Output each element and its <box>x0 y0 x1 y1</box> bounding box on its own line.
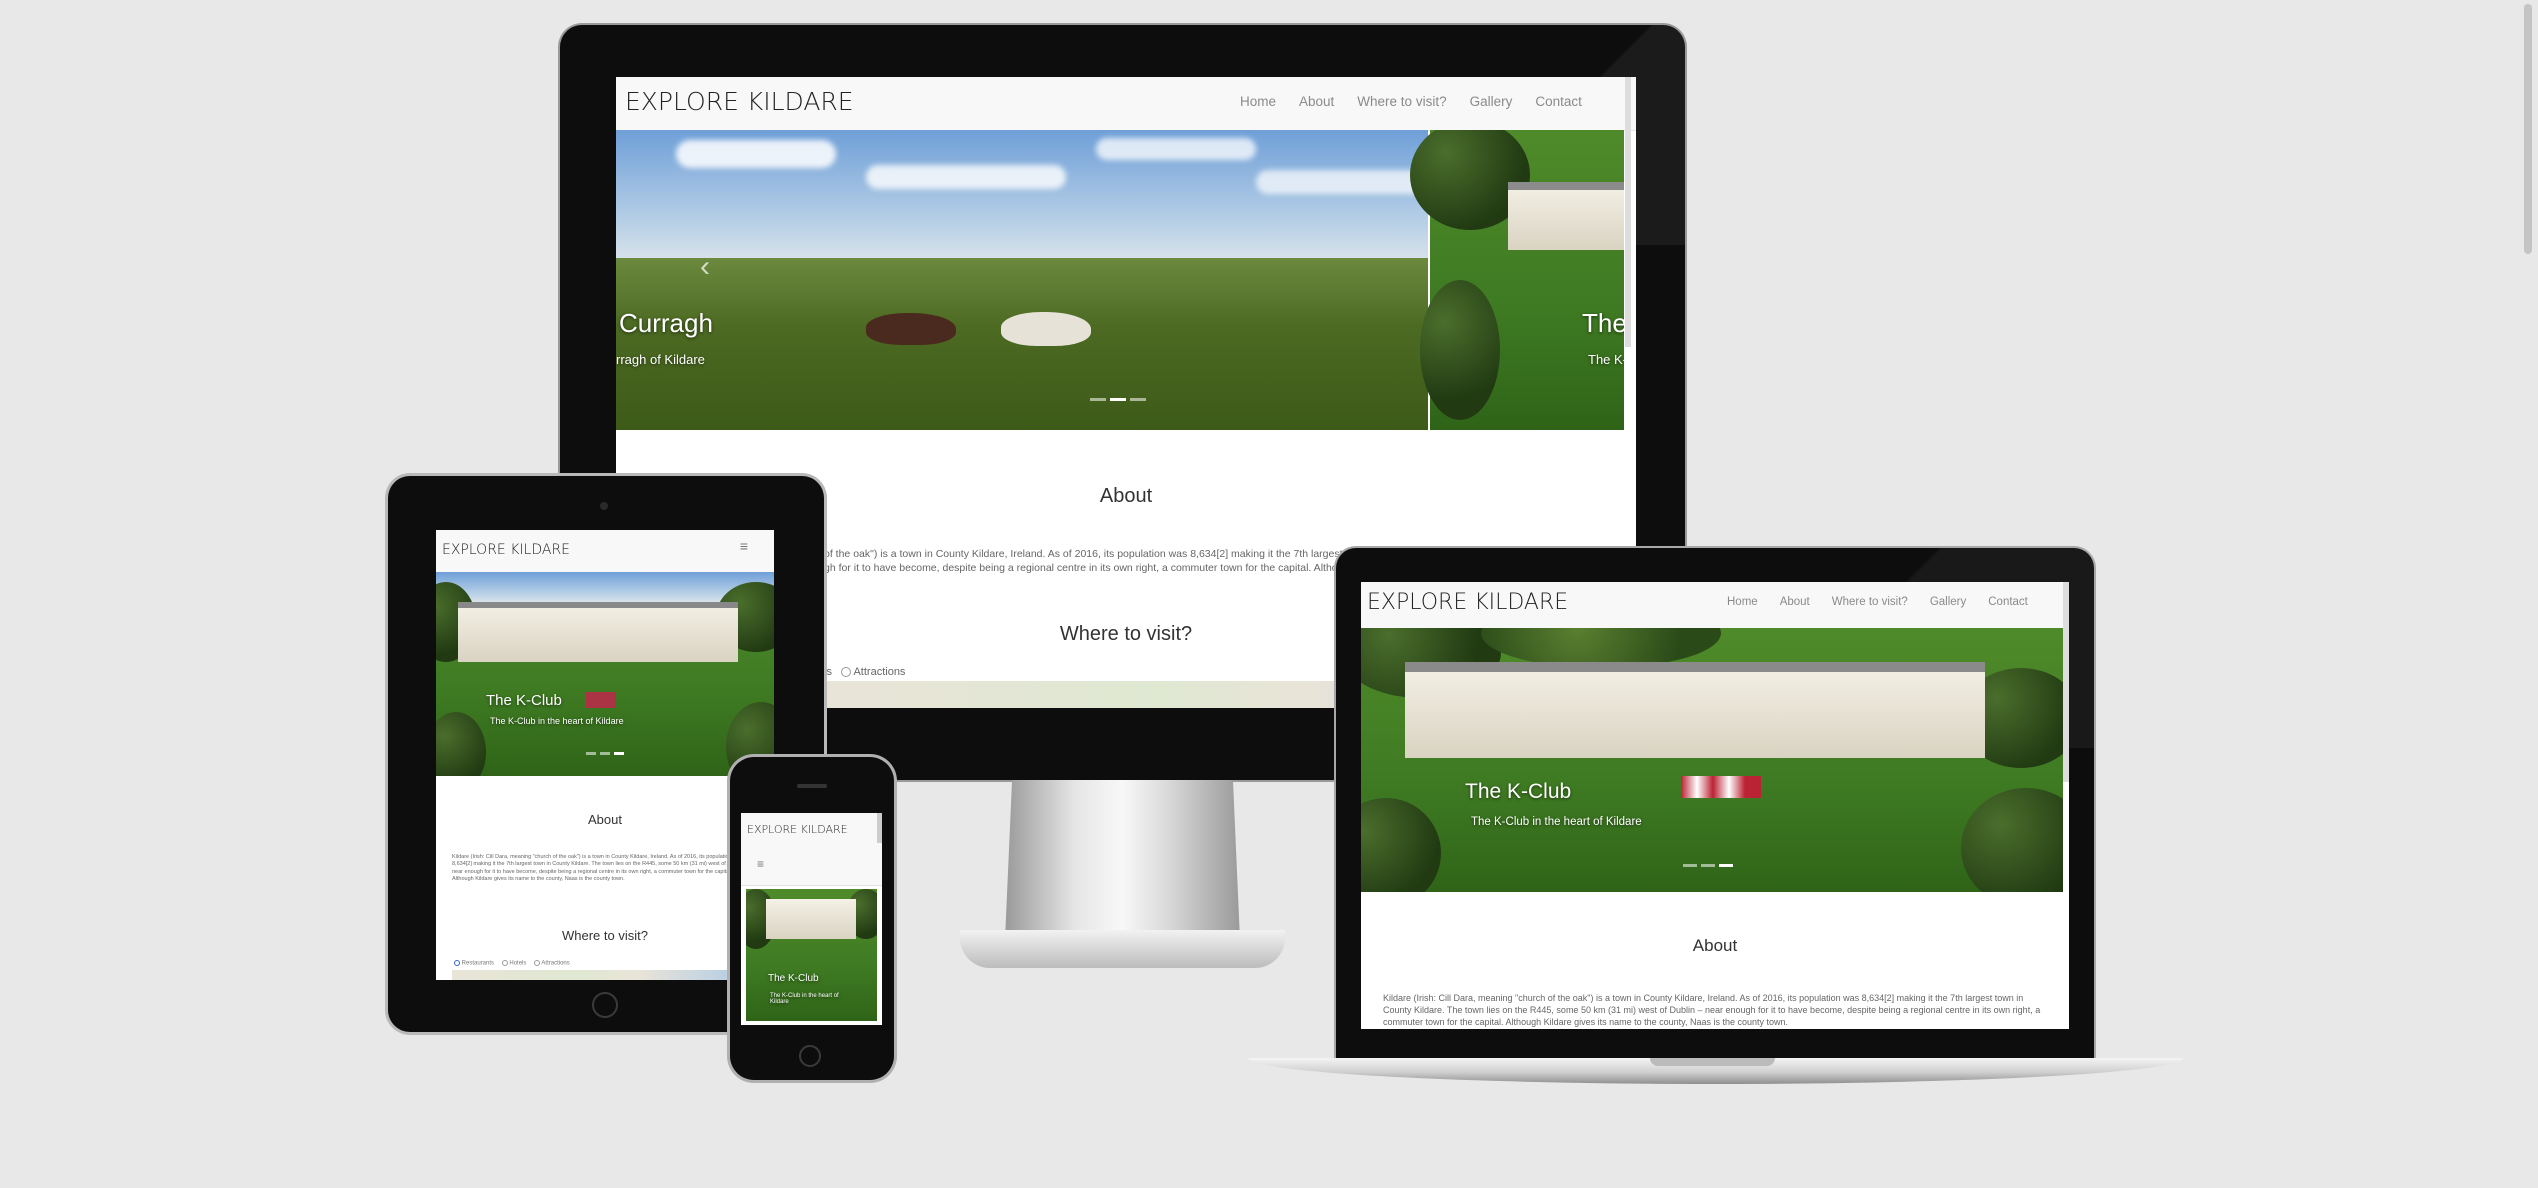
about-text: Kildare (Irish: Cill Dara, meaning "chur… <box>452 854 748 883</box>
restaurants-radio[interactable] <box>454 960 460 966</box>
slide-subtitle: The K-C <box>1588 352 1624 367</box>
laptop-navbar: EXPLORE KILDARE Home About Where to visi… <box>1361 582 2069 629</box>
nav-where-to-visit[interactable]: Where to visit? <box>1357 94 1446 109</box>
restaurants-label: Restaurants <box>461 960 495 967</box>
phone-speaker <box>797 784 827 788</box>
attractions-label: Attractions <box>541 960 570 967</box>
nav-gallery[interactable]: Gallery <box>1470 94 1513 109</box>
attractions-radio[interactable] <box>534 960 541 966</box>
carousel-indicators[interactable] <box>586 752 624 755</box>
about-heading: About <box>588 812 622 827</box>
nav-where-to-visit[interactable]: Where to visit? <box>1832 596 1908 608</box>
page-scrollbar[interactable] <box>2518 0 2538 1188</box>
laptop-screen: EXPLORE KILDARE Home About Where to visi… <box>1361 582 2069 1029</box>
carousel-indicators[interactable] <box>1683 864 1733 867</box>
nav-gallery[interactable]: Gallery <box>1930 596 1966 608</box>
sheep-white <box>1001 312 1091 346</box>
site-brand[interactable]: EXPLORE KILDARE <box>625 87 854 116</box>
slide-subtitle: rragh of Kildare <box>616 352 705 367</box>
phone-screen: EXPLORE KILDARE ≡ The K-Club The K-Club … <box>741 813 882 1025</box>
menu-toggle-icon[interactable]: ≡ <box>734 538 754 558</box>
filter-fragment: ls Attractions <box>824 666 906 678</box>
tablet-carousel[interactable]: The K-Club The K-Club in the heart of Ki… <box>436 572 774 776</box>
slide-kclub-image: The The K-C <box>1410 130 1624 430</box>
menu-toggle-icon[interactable]: ≡ <box>757 857 764 871</box>
attractions-radio[interactable] <box>841 667 852 678</box>
hotels-radio[interactable] <box>501 960 508 966</box>
carousel-indicators[interactable] <box>1090 398 1146 401</box>
where-to-visit-heading: Where to visit? <box>562 928 648 943</box>
tablet-navbar: EXPLORE KILDARE ≡ <box>436 530 774 573</box>
desktop-nav-menu: Home About Where to visit? Gallery Conta… <box>1240 94 1582 109</box>
nav-home[interactable]: Home <box>1240 94 1276 109</box>
phone-navbar: EXPLORE KILDARE ≡ <box>741 813 882 886</box>
nav-contact[interactable]: Contact <box>1988 596 2028 608</box>
phone-home-button[interactable] <box>799 1045 821 1067</box>
hotels-label: Hotels <box>509 960 527 967</box>
tablet-home-button[interactable] <box>592 992 618 1018</box>
attractions-label: Attractions <box>853 666 906 678</box>
slide-title: Curragh <box>619 308 713 338</box>
nav-about[interactable]: About <box>1299 94 1334 109</box>
desktop-carousel[interactable]: ‹ Curragh rragh of Kildare The The K-C <box>616 130 1624 430</box>
tablet-camera <box>600 502 608 510</box>
scrollbar-thumb[interactable] <box>2524 4 2532 254</box>
laptop-carousel[interactable]: The K-Club The K-Club in the heart of Ki… <box>1361 628 2063 892</box>
tablet-screen: EXPLORE KILDARE ≡ The K-Club The K-Club … <box>436 530 774 980</box>
slide-title: The K-Club <box>486 692 562 709</box>
slide-title: The K-Club <box>1465 780 1572 803</box>
slide-title: The K-Club <box>768 973 819 984</box>
site-brand[interactable]: EXPLORE KILDARE <box>747 823 848 836</box>
laptop-nav-menu: Home About Where to visit? Gallery Conta… <box>1727 596 2028 608</box>
nav-contact[interactable]: Contact <box>1535 94 1582 109</box>
nav-home[interactable]: Home <box>1727 596 1758 608</box>
tablet-filters: Restaurants Hotels Attractions <box>454 960 570 967</box>
about-text: Kildare (Irish: Cill Dara, meaning "chur… <box>1383 993 2041 1028</box>
sheep-brown <box>866 313 956 345</box>
carousel-prev-arrow[interactable]: ‹ <box>700 250 710 284</box>
slide-subtitle: The K-Club in the heart of Kildare <box>490 716 624 726</box>
desktop-navbar: EXPLORE KILDARE Home About Where to visi… <box>616 77 1636 131</box>
slide-subtitle: The K-Club in the heart of Kildare <box>1471 816 1642 828</box>
slide-subtitle: The K-Club in the heart of Kildare <box>770 993 839 1005</box>
slide-curragh-image: ‹ Curragh rragh of Kildare <box>616 130 1428 430</box>
slide-title: The <box>1582 308 1624 338</box>
site-brand[interactable]: EXPLORE KILDARE <box>1367 590 1568 615</box>
about-heading: About <box>1692 936 1738 955</box>
nav-about[interactable]: About <box>1780 596 1810 608</box>
tablet-map[interactable] <box>452 970 762 980</box>
site-brand[interactable]: EXPLORE KILDARE <box>442 542 570 558</box>
phone-carousel[interactable]: The K-Club The K-Club in the heart of Ki… <box>746 889 877 1021</box>
